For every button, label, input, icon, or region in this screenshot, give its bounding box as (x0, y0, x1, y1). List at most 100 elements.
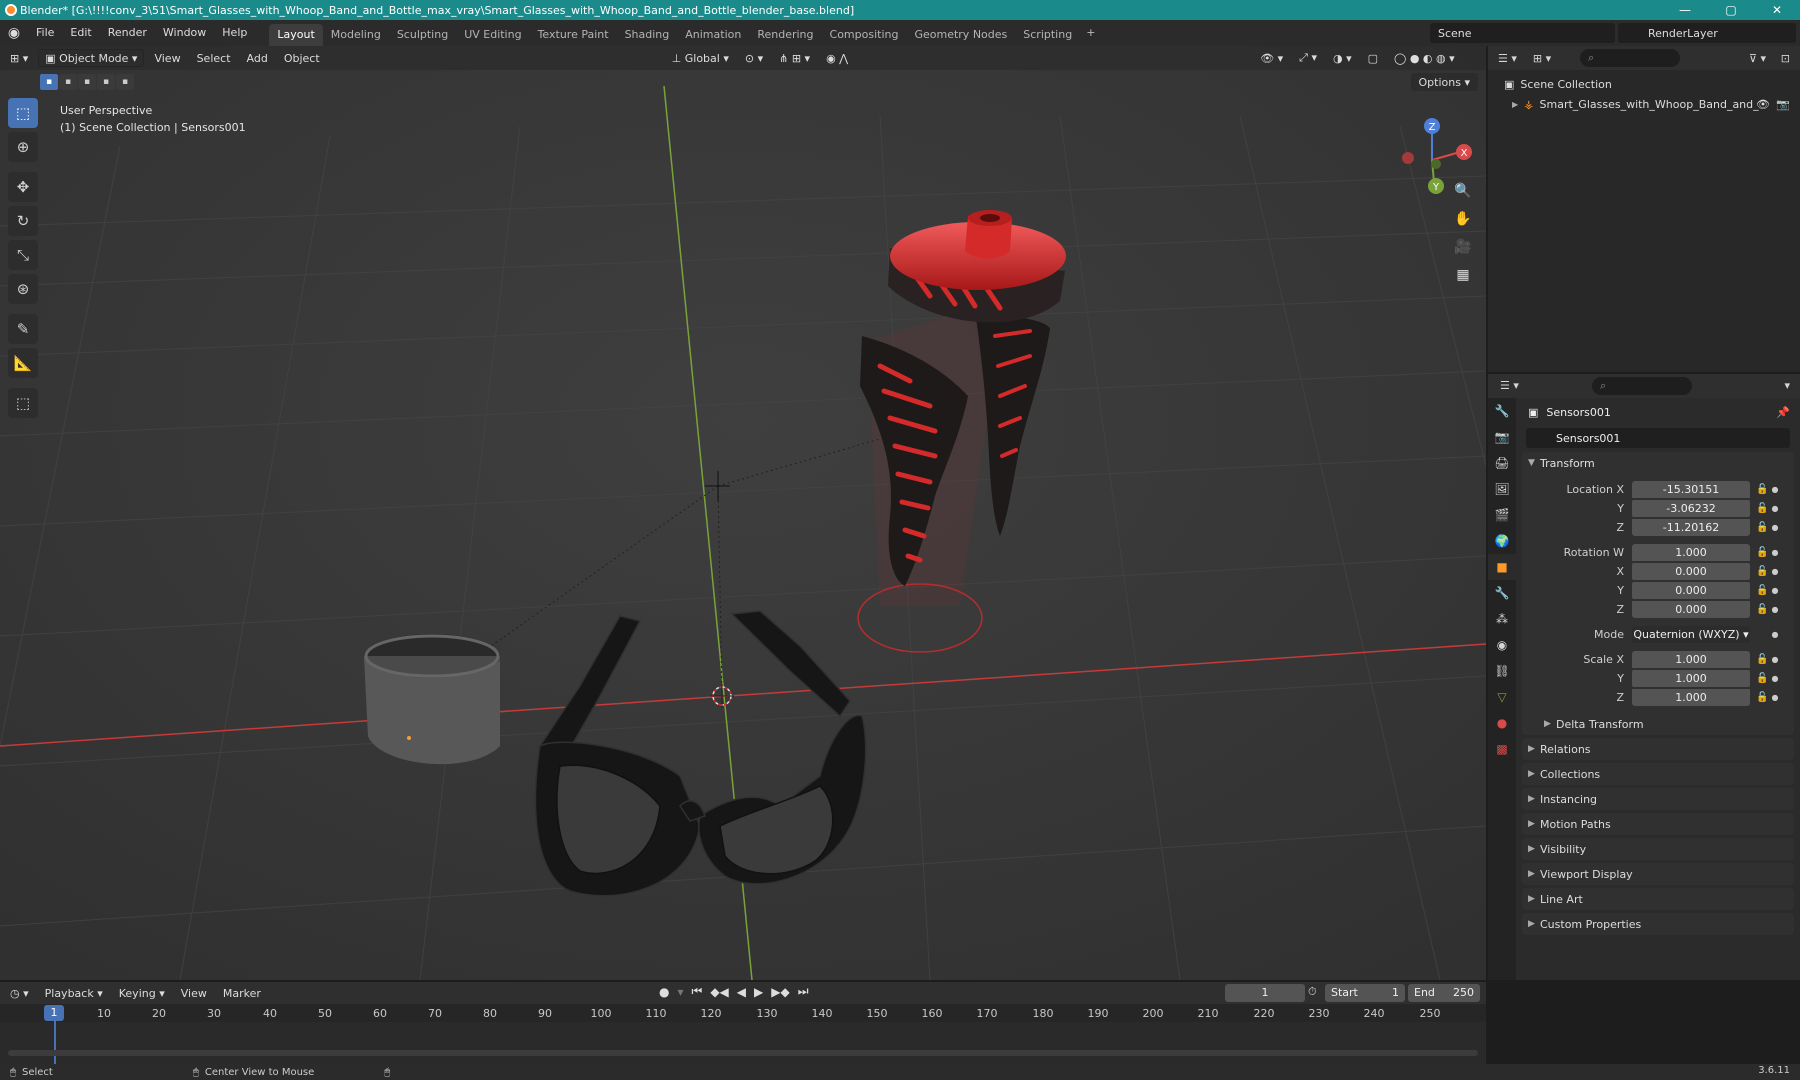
lock-icon[interactable]: 🔓 (1756, 503, 1770, 514)
lock-icon[interactable]: 🔓 (1756, 673, 1770, 684)
playhead-line[interactable] (54, 1021, 56, 1064)
scale-z-field[interactable]: 1.000 (1632, 689, 1750, 706)
collections-panel[interactable]: ▶ Collections (1522, 763, 1794, 785)
cursor-tool-icon[interactable]: ⊕ (8, 132, 38, 162)
constraints-tab-icon[interactable]: ⛓ (1488, 658, 1516, 684)
instancing-panel[interactable]: ▶ Instancing (1522, 788, 1794, 810)
blender-menu-icon[interactable]: ◉ (0, 20, 28, 46)
keyframe-dot-icon[interactable]: ● (1770, 567, 1780, 576)
tab-modeling[interactable]: Modeling (323, 24, 389, 46)
render-tab-icon[interactable]: 📷 (1488, 424, 1516, 450)
keyframe-dot-icon[interactable]: ● (1770, 605, 1780, 614)
properties-editor-icon[interactable]: ☰ ▾ (1500, 379, 1519, 392)
menu-keying[interactable]: Keying ▾ (113, 984, 171, 1002)
maximize-button[interactable]: ▢ (1708, 0, 1754, 20)
tab-shading[interactable]: Shading (617, 24, 678, 46)
add-cube-tool-icon[interactable]: ⬚ (8, 388, 38, 418)
ortho-grid-icon[interactable]: ▦ (1450, 262, 1476, 288)
world-tab-icon[interactable]: 🌍 (1488, 528, 1516, 554)
scale-x-field[interactable]: 1.000 (1632, 651, 1750, 668)
properties-search-input[interactable]: ⌕ (1592, 377, 1692, 395)
outliner-row-scene-collection[interactable]: ▣ Scene Collection (1488, 74, 1800, 94)
menu-render[interactable]: Render (100, 20, 155, 46)
line-art-panel[interactable]: ▶ Line Art (1522, 888, 1794, 910)
object-tab-icon[interactable]: ■ (1488, 554, 1516, 580)
keyframe-dot-icon[interactable]: ● (1770, 504, 1780, 513)
menu-playback[interactable]: Playback ▾ (39, 984, 109, 1002)
next-keyframe-icon[interactable]: ▶◆ (771, 985, 789, 999)
location-z-field[interactable]: -11.20162 (1632, 519, 1750, 536)
rotation-x-field[interactable]: 0.000 (1632, 563, 1750, 580)
keyframe-dot-icon[interactable]: ● (1770, 548, 1780, 557)
viewport-display-panel[interactable]: ▶ Viewport Display (1522, 863, 1794, 885)
stopwatch-icon[interactable]: ⏱ (1308, 985, 1317, 999)
proportional-edit-icon[interactable]: ◉ ⋀ (820, 49, 854, 67)
pin-icon[interactable]: 📌 (1776, 406, 1790, 419)
minimize-button[interactable]: — (1662, 0, 1708, 20)
view-layer-tab-icon[interactable]: 🖼 (1488, 476, 1516, 502)
frame-ruler[interactable]: 10 20 30 40 50 60 70 80 90 100 110 120 1… (0, 1004, 1486, 1022)
new-collection-icon[interactable]: ⊡ (1781, 52, 1790, 65)
object-name-field[interactable]: Sensors001 (1526, 428, 1790, 448)
play-icon[interactable]: ▶ (754, 985, 763, 999)
lock-icon[interactable]: 🔓 (1756, 692, 1770, 703)
location-x-field[interactable]: -15.30151 (1632, 481, 1750, 498)
outliner-row-object[interactable]: ▶ ⚶ Smart_Glasses_with_Whoop_Band_and_ 👁… (1488, 94, 1800, 114)
custom-properties-panel[interactable]: ▶ Custom Properties (1522, 913, 1794, 935)
outliner-search-input[interactable]: ⌕ (1580, 49, 1680, 67)
keyframe-dot-icon[interactable]: ● (1770, 586, 1780, 595)
texture-tab-icon[interactable]: ▩ (1488, 736, 1516, 762)
expand-arrow-icon[interactable]: ▶ (1512, 100, 1518, 109)
tab-rendering[interactable]: Rendering (749, 24, 821, 46)
keyframe-dot-icon[interactable]: ● (1770, 674, 1780, 683)
visibility-panel[interactable]: ▶ Visibility (1522, 838, 1794, 860)
tab-compositing[interactable]: Compositing (822, 24, 907, 46)
snap-icon[interactable]: ⋔ ⊞ ▾ (773, 49, 816, 67)
tab-scripting[interactable]: Scripting (1015, 24, 1080, 46)
annotate-tool-icon[interactable]: ✎ (8, 314, 38, 344)
move-tool-icon[interactable]: ✥ (8, 172, 38, 202)
3d-viewport[interactable]: Z X Y ⊞ ▾ ▣ Object Mode ▾ View Select Ad… (0, 46, 1486, 980)
keyframe-dot-icon[interactable]: ● (1770, 523, 1780, 532)
physics-tab-icon[interactable]: ◉ (1488, 632, 1516, 658)
outliner-display-icon[interactable]: ⊞ ▾ (1533, 52, 1551, 65)
properties-panel[interactable]: ☰ ▾ ⌕ ▾ 🔧 📷 🖨 🖼 🎬 🌍 ■ 🔧 ⁂ ◉ ⛓ ▽ ● ▩ ▣ Se… (1488, 374, 1800, 980)
tab-layout[interactable]: Layout (269, 24, 323, 46)
rotation-y-field[interactable]: 0.000 (1632, 582, 1750, 599)
tab-geometry-nodes[interactable]: Geometry Nodes (906, 24, 1015, 46)
tab-sculpting[interactable]: Sculpting (389, 24, 456, 46)
chevron-down-icon[interactable]: ▾ (677, 985, 683, 999)
menu-select[interactable]: Select (191, 49, 237, 67)
pivot-icon[interactable]: ⊙ ▾ (739, 49, 769, 67)
visibility-icon[interactable]: 👁 ▾ (1254, 49, 1289, 67)
eye-visibility-icon[interactable]: 👁 (1756, 98, 1770, 111)
lock-icon[interactable]: 🔓 (1756, 566, 1770, 577)
data-tab-icon[interactable]: ▽ (1488, 684, 1516, 710)
measure-tool-icon[interactable]: 📐 (8, 348, 38, 378)
jump-end-icon[interactable]: ⏭ (798, 984, 809, 999)
select-new-icon[interactable]: ▪ (40, 74, 58, 90)
play-reverse-icon[interactable]: ◀ (737, 985, 746, 999)
rotation-z-field[interactable]: 0.000 (1632, 601, 1750, 618)
scale-tool-icon[interactable]: ⤡ (8, 240, 38, 270)
location-y-field[interactable]: -3.06232 (1632, 500, 1750, 517)
menu-file[interactable]: File (28, 20, 62, 46)
transform-panel-header[interactable]: ▼ Transform (1522, 452, 1794, 474)
pan-hand-icon[interactable]: ✋ (1450, 206, 1476, 232)
rotation-mode-dropdown[interactable]: Quaternion (WXYZ) ▾ (1632, 626, 1750, 643)
outliner-editor-icon[interactable]: ☰ ▾ (1498, 52, 1517, 65)
tab-animation[interactable]: Animation (677, 24, 749, 46)
orientation-selector[interactable]: ⊥ Global ▾ (666, 49, 735, 67)
zoom-icon[interactable]: 🔍 (1450, 178, 1476, 204)
lock-icon[interactable]: 🔓 (1756, 484, 1770, 495)
lock-icon[interactable]: 🔓 (1756, 585, 1770, 596)
rotate-tool-icon[interactable]: ↻ (8, 206, 38, 236)
chevron-down-icon[interactable]: ▾ (1784, 379, 1790, 392)
scene-selector[interactable]: Scene (1430, 23, 1615, 43)
scale-y-field[interactable]: 1.000 (1632, 670, 1750, 687)
start-frame-field[interactable]: Start 1 (1325, 984, 1405, 1002)
menu-help[interactable]: Help (214, 20, 255, 46)
scene-tab-icon[interactable]: 🎬 (1488, 502, 1516, 528)
gizmo-toggle-icon[interactable]: ⤢ ▾ (1293, 49, 1323, 67)
menu-marker[interactable]: Marker (217, 984, 267, 1002)
